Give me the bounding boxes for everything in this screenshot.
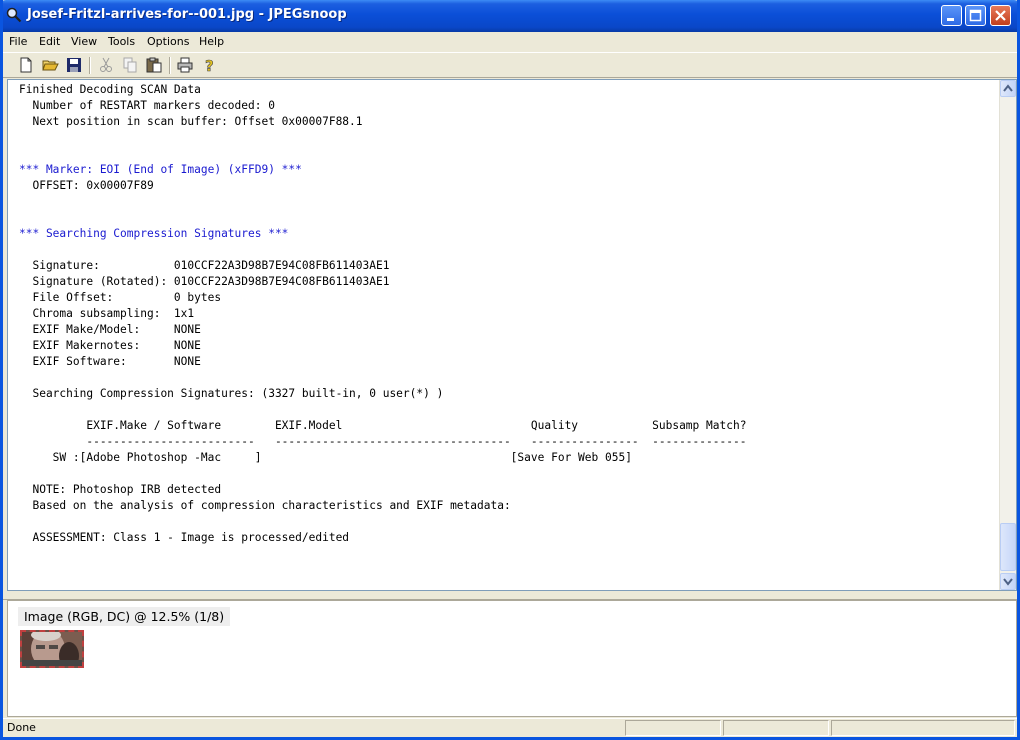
pane-splitter[interactable] [3,591,1017,600]
log-line: Next position in scan buffer: Offset 0x0… [19,115,363,128]
toolbar-separator [169,57,171,74]
jpegsnoop-window: Josef-Fritzl-arrives-for--001.jpg - JPEG… [0,0,1020,740]
title-bar[interactable]: Josef-Fritzl-arrives-for--001.jpg - JPEG… [3,0,1017,32]
scroll-up-button[interactable] [1000,80,1016,97]
image-info-label: Image (RGB, DC) @ 12.5% (1/8) [18,607,231,626]
close-button[interactable] [990,5,1011,26]
minimize-icon [947,18,954,21]
print-icon[interactable] [176,56,194,74]
log-line: Signature: 010CCF22A3D98B7E94C08FB611403… [19,259,390,272]
close-icon [995,10,1006,21]
image-thumbnail[interactable] [20,630,84,668]
help-icon[interactable]: ? [201,56,219,74]
chevron-up-icon [1003,84,1013,92]
log-line: ASSESSMENT: Class 1 - Image is processed… [19,531,350,544]
log-section-header: *** Searching Compression Signatures *** [19,227,289,240]
menu-help[interactable]: Help [199,35,224,48]
log-section-header: *** Marker: EOI (End of Image) (xFFD9) *… [19,163,302,176]
toolbar: ? [3,52,1017,78]
log-line: Based on the analysis of compression cha… [19,499,511,512]
open-folder-icon[interactable] [41,56,59,74]
vertical-scrollbar[interactable] [999,80,1016,590]
status-panel [723,720,829,736]
log-line: Searching Compression Signatures: (3327 … [19,387,444,400]
log-line: EXIF.Make / Software EXIF.Model Quality … [19,419,747,432]
log-text-area[interactable]: Finished Decoding SCAN Data Number of RE… [7,79,1017,591]
log-line: SW :[Adobe Photoshop -Mac ] [Save For We… [19,451,632,464]
log-line: NOTE: Photoshop IRB detected [19,483,222,496]
log-line: Chroma subsampling: 1x1 [19,307,195,320]
log-line: OFFSET: 0x00007F89 [19,179,154,192]
app-icon [6,7,22,23]
menu-bar: File Edit View Tools Options Help [3,32,1017,52]
status-bar: Done [3,718,1017,737]
toolbar-separator [89,57,91,74]
maximize-button[interactable] [965,5,986,26]
status-panel [831,720,1015,736]
status-panel [625,720,721,736]
log-line: EXIF Makernotes: NONE [19,339,201,352]
menu-view[interactable]: View [71,35,97,48]
menu-tools[interactable]: Tools [108,35,135,48]
scroll-down-button[interactable] [1000,573,1016,590]
menu-file[interactable]: File [9,35,27,48]
paste-icon[interactable] [145,56,163,74]
log-line: File Offset: 0 bytes [19,291,222,304]
new-document-icon[interactable] [17,56,35,74]
minimize-button[interactable] [941,5,962,26]
image-preview-pane: Image (RGB, DC) @ 12.5% (1/8) [7,600,1017,717]
cut-icon[interactable] [97,56,115,74]
scroll-thumb[interactable] [1000,523,1016,571]
log-text: Finished Decoding SCAN Data Number of RE… [19,82,746,546]
log-line: EXIF Software: NONE [19,355,201,368]
chevron-down-icon [1003,578,1013,586]
log-line: Signature (Rotated): 010CCF22A3D98B7E94C… [19,275,390,288]
menu-options[interactable]: Options [147,35,189,48]
log-line: Finished Decoding SCAN Data [19,83,201,96]
copy-icon[interactable] [121,56,139,74]
svg-text:?: ? [205,57,214,74]
photo-thumbnail-icon [22,632,82,666]
log-line: ------------------------- --------------… [19,435,747,448]
log-line: Number of RESTART markers decoded: 0 [19,99,275,112]
menu-edit[interactable]: Edit [39,35,60,48]
log-line: EXIF Make/Model: NONE [19,323,201,336]
maximize-icon [969,9,982,22]
window-title: Josef-Fritzl-arrives-for--001.jpg - JPEG… [27,7,347,22]
status-text: Done [7,721,36,734]
save-icon[interactable] [65,56,83,74]
